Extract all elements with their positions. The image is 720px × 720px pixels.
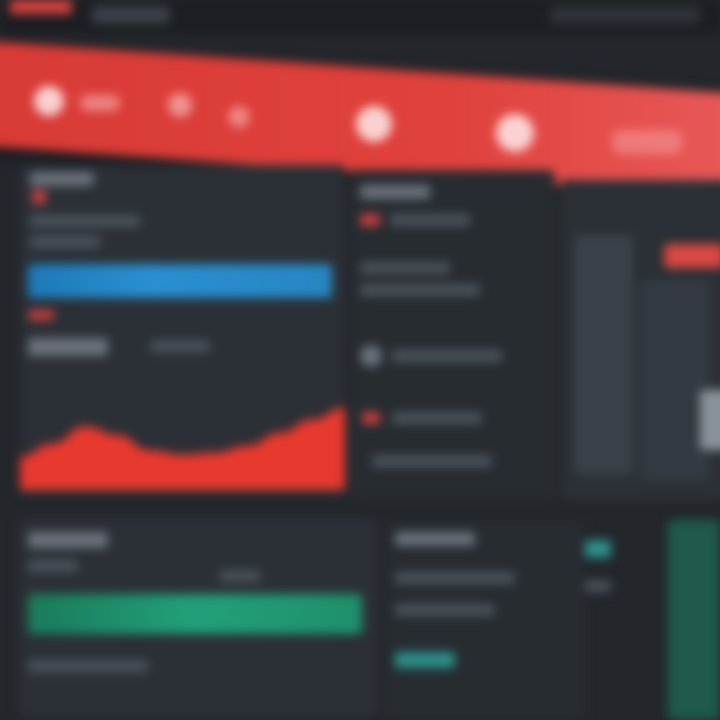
toolbar-tab[interactable] [550,6,700,24]
toolbar-tab[interactable] [92,6,170,24]
dot-icon[interactable] [168,93,192,117]
nav-item[interactable] [80,95,120,111]
panel-title [360,185,430,199]
progress-bar-green [28,594,362,634]
metric-value [28,338,108,356]
text-line [392,412,482,424]
text-line [360,284,480,296]
figure-icon [700,390,720,450]
text-line [150,340,210,352]
status-indicator [585,540,611,558]
text-line [395,604,495,616]
status-indicator [32,190,46,204]
user-icon [360,345,382,367]
text-line [220,570,260,582]
text-line [392,350,502,362]
status-indicator [28,310,54,320]
dot-icon[interactable] [34,86,64,116]
text-line [372,455,492,467]
status-badge [664,244,720,268]
progress-bar-blue [28,264,332,298]
text-line [28,560,78,572]
text-line [30,236,100,248]
status-badge [395,652,455,668]
top-toolbar [0,0,720,34]
dot-icon[interactable] [228,106,250,128]
text-line [585,580,611,592]
dot-icon[interactable] [356,106,392,142]
text-line [30,215,140,227]
column-block [668,520,720,720]
panel-title [28,532,108,548]
text-line [360,262,450,274]
app-logo [10,0,72,14]
text-line [28,660,148,672]
dashboard-screen [0,0,720,720]
area-chart [20,407,345,490]
text-line [390,214,470,226]
status-indicator [360,214,380,226]
dot-icon[interactable] [496,114,534,152]
column-block [640,280,710,480]
column-block [575,235,633,475]
area-series [20,407,345,490]
nav-item[interactable] [612,130,682,154]
panel-title [30,172,94,186]
text-line [395,572,515,584]
panel-title [395,532,475,546]
list-panel [385,520,585,720]
status-indicator [362,412,380,424]
